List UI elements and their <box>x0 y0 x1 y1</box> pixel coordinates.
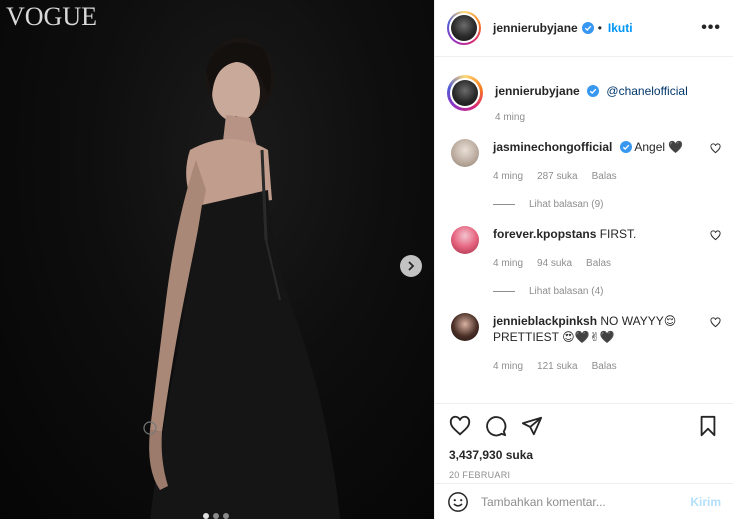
like-heart-icon[interactable] <box>449 415 471 437</box>
comment-item: forever.kpopstans FIRST. 4 ming 94 suka … <box>447 210 721 272</box>
reply-button[interactable]: Balas <box>586 256 611 272</box>
commenter-username[interactable]: jasminechongofficial <box>493 140 612 154</box>
comment-likes[interactable]: 94 suka <box>537 256 572 272</box>
comment-likes[interactable]: 121 suka <box>537 359 578 375</box>
reply-button[interactable]: Balas <box>592 359 617 375</box>
comment-timestamp[interactable]: 4 ming <box>493 256 523 272</box>
vogue-watermark: VOGUE <box>6 2 97 31</box>
view-replies-button[interactable]: Lihat balasan (4) <box>493 286 721 297</box>
like-comment-heart-icon[interactable] <box>710 317 721 328</box>
model-figure <box>143 38 340 519</box>
avatar-image <box>451 15 477 41</box>
comments-list[interactable]: jennierubyjane @chanelofficial 4 ming ja… <box>435 58 733 402</box>
replies-divider <box>493 204 515 205</box>
commenter-username[interactable]: forever.kpopstans <box>493 227 596 241</box>
post-date[interactable]: 20 FEBRUARI <box>449 470 719 480</box>
post-header: jennierubyjane • Ikuti ••• <box>435 0 733 57</box>
post-photo[interactable]: VOGUE <box>0 0 434 519</box>
comment-bubble-icon[interactable] <box>485 415 507 437</box>
avatar-image <box>452 80 478 106</box>
replies-divider <box>493 291 515 292</box>
post-actions: 3,437,930 suka 20 FEBRUARI <box>435 403 733 480</box>
author-username[interactable]: jennierubyjane <box>493 21 578 35</box>
author-avatar[interactable] <box>447 11 481 45</box>
carousel-indicator <box>203 513 229 519</box>
follow-button[interactable]: Ikuti <box>608 21 633 35</box>
comment-timestamp[interactable]: 4 ming <box>493 359 523 375</box>
commenter-avatar[interactable] <box>451 139 479 167</box>
add-comment-bar: Kirim <box>435 483 733 519</box>
commenter-avatar[interactable] <box>451 313 479 341</box>
commenter-username[interactable]: jennieblackpinksh <box>493 314 597 328</box>
comment-likes[interactable]: 287 suka <box>537 169 578 185</box>
caption-avatar[interactable] <box>447 75 483 111</box>
carousel-dot <box>203 513 209 519</box>
like-comment-heart-icon[interactable] <box>710 143 721 154</box>
view-replies-button[interactable]: Lihat balasan (9) <box>493 199 721 210</box>
carousel-dot <box>223 513 229 519</box>
carousel-dot <box>213 513 219 519</box>
more-options-button[interactable]: ••• <box>701 19 721 37</box>
caption-username[interactable]: jennierubyjane <box>495 84 580 98</box>
comment-item: jennieblackpinksh NO WAYYY😌 PRETTIEST 😍🖤… <box>447 297 721 375</box>
comment-input[interactable] <box>481 494 691 509</box>
comment-timestamp[interactable]: 4 ming <box>493 169 523 185</box>
likes-count[interactable]: 3,437,930 suka <box>449 448 719 462</box>
separator-dot: • <box>597 21 602 35</box>
commenter-avatar[interactable] <box>451 226 479 254</box>
post-dialog: VOGUE jennierubyjane • Ikuti ••• jennier… <box>0 0 733 519</box>
view-replies-label: Lihat balasan (4) <box>529 286 604 297</box>
save-bookmark-icon[interactable] <box>697 415 719 437</box>
carousel-next-button[interactable] <box>400 255 422 277</box>
comment-text: Angel 🖤 <box>634 140 684 154</box>
post-caption: jennierubyjane @chanelofficial 4 ming <box>447 58 721 123</box>
caption-timestamp[interactable]: 4 ming <box>495 112 525 123</box>
share-paper-plane-icon[interactable] <box>521 415 543 437</box>
view-replies-label: Lihat balasan (9) <box>529 199 604 210</box>
comment-item: jasminechongofficial Angel 🖤 4 ming 287 … <box>447 123 721 185</box>
verified-badge-icon <box>619 141 632 153</box>
like-comment-heart-icon[interactable] <box>710 230 721 241</box>
emoji-smiley-icon[interactable] <box>447 491 469 513</box>
chevron-right-icon <box>408 261 415 271</box>
comment-text: FIRST. <box>599 227 637 241</box>
caption-mention-link[interactable]: @chanelofficial <box>606 84 687 98</box>
post-sidebar: jennierubyjane • Ikuti ••• jennierubyjan… <box>434 0 733 519</box>
reply-button[interactable]: Balas <box>592 169 617 185</box>
post-comment-button[interactable]: Kirim <box>690 495 721 509</box>
verified-badge-icon <box>587 85 600 97</box>
verified-badge-icon <box>581 22 594 34</box>
